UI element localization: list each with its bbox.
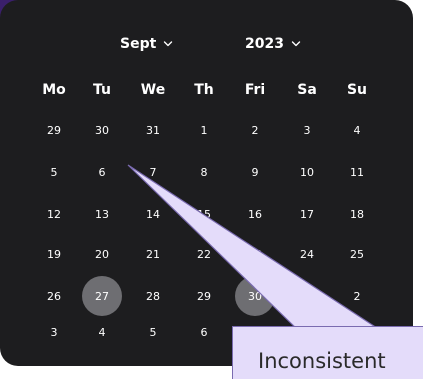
- day-cell-selected[interactable]: 30: [235, 276, 275, 316]
- callout-text: Inconsistent: [258, 349, 386, 373]
- weekday-label: Su: [346, 82, 368, 98]
- day-cell[interactable]: 18: [337, 194, 377, 234]
- day-cell[interactable]: 2: [235, 110, 275, 150]
- date-picker-panel: Sept 2023 Mo Tu We Th Fri Sa Su 29 30 31 1 2 3 4 5 6 7 8…: [0, 0, 413, 366]
- day-cell[interactable]: 5: [34, 152, 74, 192]
- month-label: Sept: [120, 36, 157, 52]
- weekday-row: Mo Tu We Th Fri Sa Su: [0, 78, 413, 102]
- day-cell[interactable]: 29: [184, 276, 224, 316]
- day-cell[interactable]: 3: [34, 312, 74, 352]
- day-cell[interactable]: 5: [133, 312, 173, 352]
- year-dropdown[interactable]: 2023: [245, 30, 301, 58]
- day-cell[interactable]: 20: [82, 234, 122, 274]
- day-cell[interactable]: 15: [184, 194, 224, 234]
- screenshot-stage: Sept 2023 Mo Tu We Th Fri Sa Su 29 30 31 1 2 3 4 5 6 7 8…: [0, 0, 423, 379]
- weekday-label: Sa: [297, 82, 317, 98]
- day-cell[interactable]: 16: [235, 194, 275, 234]
- day-cell[interactable]: 17: [287, 194, 327, 234]
- day-cell[interactable]: 26: [34, 276, 74, 316]
- day-cell[interactable]: 12: [34, 194, 74, 234]
- day-cell[interactable]: 2: [337, 276, 377, 316]
- weekday-label: Fri: [244, 82, 266, 98]
- day-cell[interactable]: 1: [287, 276, 327, 316]
- day-cell[interactable]: 13: [82, 194, 122, 234]
- day-cell-selected[interactable]: 27: [82, 276, 122, 316]
- day-cell[interactable]: 6: [184, 312, 224, 352]
- year-label: 2023: [245, 36, 284, 52]
- day-cell[interactable]: 3: [287, 110, 327, 150]
- day-cell[interactable]: 8: [184, 152, 224, 192]
- day-cell[interactable]: 22: [184, 234, 224, 274]
- day-cell[interactable]: 9: [235, 152, 275, 192]
- day-cell[interactable]: 4: [337, 110, 377, 150]
- day-cell[interactable]: 30: [82, 110, 122, 150]
- day-cell[interactable]: 19: [34, 234, 74, 274]
- day-cell[interactable]: 29: [34, 110, 74, 150]
- day-cell[interactable]: 4: [82, 312, 122, 352]
- day-cell[interactable]: 25: [337, 234, 377, 274]
- day-cell[interactable]: 31: [133, 110, 173, 150]
- weekday-label: Mo: [42, 82, 66, 98]
- day-cell[interactable]: 21: [133, 234, 173, 274]
- day-cell[interactable]: 24: [287, 234, 327, 274]
- day-cell[interactable]: 1: [184, 110, 224, 150]
- day-cell[interactable]: 28: [133, 276, 173, 316]
- day-cell[interactable]: 23: [235, 234, 275, 274]
- day-cell[interactable]: 11: [337, 152, 377, 192]
- chevron-down-icon: [164, 41, 173, 47]
- date-picker-header: Sept 2023: [0, 30, 413, 58]
- weekday-label: Tu: [93, 82, 111, 98]
- day-cell[interactable]: 14: [133, 194, 173, 234]
- chevron-down-icon: [291, 41, 301, 47]
- day-cell[interactable]: 7: [133, 152, 173, 192]
- day-grid: 29 30 31 1 2 3 4 5 6 7 8 9 10 11 12 13 14 15 16 17 18 19 20 21 2…: [0, 108, 413, 358]
- day-cell[interactable]: 6: [82, 152, 122, 192]
- weekday-label: We: [140, 82, 166, 98]
- day-cell[interactable]: 10: [287, 152, 327, 192]
- month-dropdown[interactable]: Sept: [120, 30, 173, 58]
- weekday-label: Th: [194, 82, 214, 98]
